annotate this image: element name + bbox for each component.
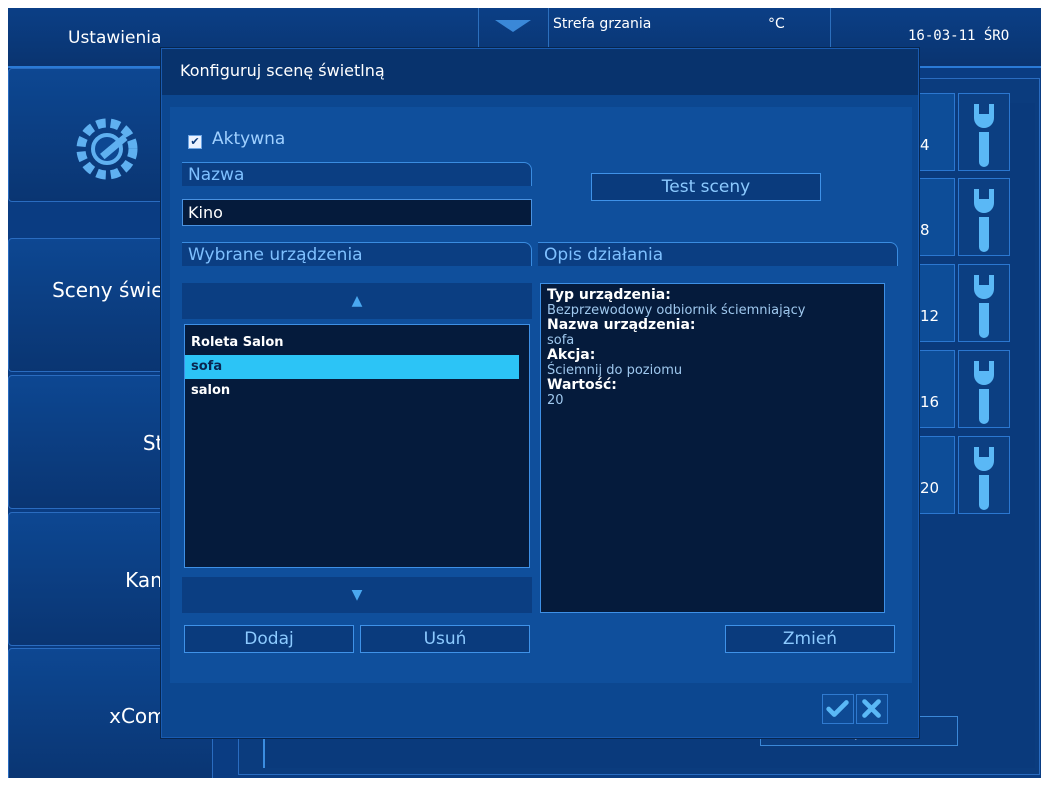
device-type-key: Typ urządzenia: (547, 287, 671, 303)
wrench-icon[interactable] (958, 93, 1010, 171)
wrench-icon[interactable] (958, 178, 1010, 256)
action-value: Ściemnij do poziomu (547, 363, 683, 378)
dialog-body: ✔ Aktywna Nazwa Kino Test sceny Wybrane … (170, 107, 912, 683)
temperature-unit: °C (768, 16, 785, 32)
cancel-button[interactable] (856, 694, 888, 724)
device-type-value: Bezprzewodowy odbiornik ściemniający (547, 303, 806, 318)
name-input[interactable]: Kino (182, 199, 532, 226)
list-item[interactable]: salon (185, 379, 519, 403)
description-label: Opis działania (538, 242, 898, 266)
test-scene-button[interactable]: Test sceny (591, 173, 821, 201)
active-checkbox[interactable]: ✔ (188, 135, 202, 149)
action-key: Akcja: (547, 347, 596, 363)
selected-devices-label: Wybrane urządzenia (182, 242, 532, 266)
scroll-down-button[interactable]: ▼ (182, 577, 532, 613)
active-label: Aktywna (212, 129, 286, 149)
app-title: Ustawienia (68, 28, 162, 48)
datetime: 16-03-11 ŚRO (908, 28, 1010, 44)
remove-button[interactable]: Usuń (360, 625, 530, 653)
zone-label: Strefa grzania (553, 16, 652, 32)
wrench-icon[interactable] (958, 264, 1010, 342)
zone-dropdown-icon[interactable] (495, 20, 531, 32)
dialog-header: Konfiguruj scenę świetlną (162, 49, 918, 95)
add-button[interactable]: Dodaj (184, 625, 354, 653)
scroll-up-button[interactable]: ▲ (182, 283, 532, 319)
list-item-selected[interactable]: sofa (185, 355, 519, 379)
value-value: 20 (547, 393, 564, 408)
scene-config-dialog: Konfiguruj scenę świetlną ✔ Aktywna Nazw… (161, 48, 919, 738)
confirm-button[interactable] (822, 694, 854, 724)
device-name-value: sofa (547, 333, 575, 348)
close-icon (862, 699, 881, 718)
dialog-title: Konfiguruj scenę świetlną (180, 61, 385, 80)
screen: Ustawienia Strefa grzania °C 16-03-11 ŚR… (8, 8, 1041, 778)
wrench-icon[interactable] (958, 350, 1010, 428)
wrench-icon[interactable] (958, 436, 1010, 514)
device-name-key: Nazwa urządzenia: (547, 317, 696, 333)
device-list: Roleta Salon sofa salon (184, 324, 530, 568)
settings-gear-icon (76, 118, 138, 180)
name-label: Nazwa (182, 162, 532, 186)
checkmark-icon (826, 700, 849, 717)
change-button[interactable]: Zmień (725, 625, 895, 653)
list-item[interactable]: Roleta Salon (185, 331, 519, 355)
value-key: Wartość: (547, 377, 617, 393)
description-box: Typ urządzenia: Bezprzewodowy odbiornik … (540, 283, 885, 613)
